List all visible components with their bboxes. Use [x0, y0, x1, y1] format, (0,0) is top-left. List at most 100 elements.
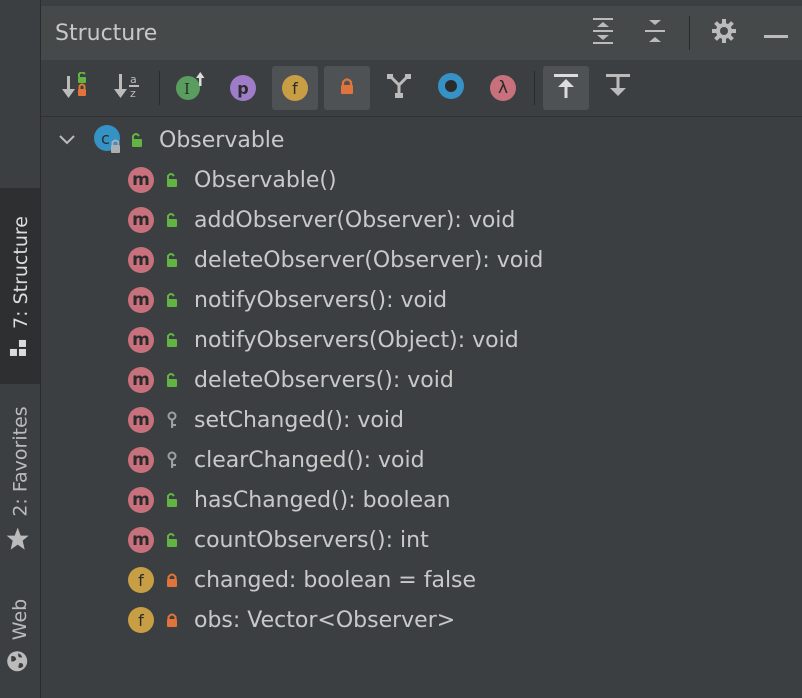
method-icon: m	[128, 247, 154, 273]
field-icon: f	[128, 567, 154, 593]
inherited-icon: I	[175, 71, 207, 105]
tree-method-row[interactable]: m notifyObservers(Object): void	[41, 320, 802, 360]
tree-method-row[interactable]: m deleteObserver(Observer): void	[41, 240, 802, 280]
minimize-icon	[764, 24, 788, 43]
tree-field-row[interactable]: f obs: Vector<Observer>	[41, 600, 802, 640]
tree-field-row[interactable]: f changed: boolean = false	[41, 560, 802, 600]
structure-toolbar: a z I p f λ	[41, 60, 802, 117]
toolbar-separator	[159, 71, 160, 105]
gear-icon	[711, 18, 737, 48]
settings-button[interactable]	[698, 6, 750, 60]
sidebar-tab-favorites[interactable]: 2: Favorites	[0, 398, 40, 558]
show-inherited-button[interactable]: I	[168, 66, 214, 110]
hide-panel-button[interactable]	[750, 6, 802, 60]
tree-method-row[interactable]: m Observable()	[41, 160, 802, 200]
show-properties-button[interactable]: p	[220, 66, 266, 110]
method-icon: m	[128, 407, 154, 433]
structure-tree: c Observable m Observable() m addObserver(O…	[41, 117, 802, 698]
sidebar-tab-label: Web	[9, 598, 31, 640]
tree-item-label: countObservers(): int	[194, 527, 429, 553]
globe-icon	[7, 650, 34, 672]
tree-item-label: notifyObservers(Object): void	[194, 327, 519, 353]
method-icon: m	[128, 167, 154, 193]
header-separator	[689, 16, 690, 50]
svg-text:a: a	[130, 73, 137, 86]
public-icon	[164, 331, 180, 349]
tree-item-label: deleteObserver(Observer): void	[194, 247, 544, 273]
tree-item-label: Observable()	[194, 167, 337, 193]
star-icon	[6, 526, 35, 550]
private-lock-icon	[164, 571, 180, 589]
structure-icon	[9, 338, 32, 356]
tree-item-label: setChanged(): void	[194, 407, 404, 433]
sidebar-tab-web[interactable]: Web	[0, 590, 40, 680]
tree-item-label: hasChanged(): boolean	[194, 487, 451, 513]
sidebar-tab-label: 7: Structure	[9, 215, 32, 329]
field-icon: f	[128, 607, 154, 633]
sidebar-tab-structure[interactable]: 7: Structure	[0, 188, 40, 384]
sidebar-tab-label: 2: Favorites	[9, 405, 32, 517]
collapse-all-button[interactable]	[629, 6, 681, 60]
autoscroll-from-source-icon	[605, 73, 631, 103]
show-non-public-button[interactable]	[324, 66, 370, 110]
tree-root-label: Observable	[159, 127, 285, 153]
lock-icon	[339, 77, 355, 99]
protected-key-icon	[164, 411, 180, 429]
tree-method-row[interactable]: m setChanged(): void	[41, 400, 802, 440]
tree-method-row[interactable]: m countObservers(): int	[41, 520, 802, 560]
tree-method-row[interactable]: m addObserver(Observer): void	[41, 200, 802, 240]
method-icon: m	[128, 487, 154, 513]
show-fields-button[interactable]: f	[272, 66, 318, 110]
tree-root-row[interactable]: c Observable	[41, 120, 802, 160]
tree-item-label: addObserver(Observer): void	[194, 207, 516, 233]
autoscroll-to-source-icon	[553, 73, 579, 103]
anonymous-class-icon	[437, 72, 465, 104]
method-icon: m	[128, 447, 154, 473]
show-interfaces-button[interactable]	[376, 66, 422, 110]
tree-method-row[interactable]: m hasChanged(): boolean	[41, 480, 802, 520]
method-icon: m	[128, 327, 154, 353]
method-icon: m	[128, 287, 154, 313]
panel-header: Structure	[41, 6, 802, 60]
chevron-down-icon[interactable]	[59, 131, 77, 149]
lambda-icon: λ	[490, 75, 516, 101]
public-icon	[164, 491, 180, 509]
show-anonymous-button[interactable]	[428, 66, 474, 110]
autoscroll-to-source-button[interactable]	[543, 66, 589, 110]
protected-key-icon	[164, 451, 180, 469]
public-icon	[164, 171, 180, 189]
tree-item-label: changed: boolean = false	[194, 567, 477, 593]
svg-text:I: I	[184, 80, 190, 98]
svg-text:z: z	[130, 87, 136, 100]
tool-window-sidebar: 7: Structure 2: Favorites Web	[0, 0, 41, 698]
collapse-all-icon	[643, 17, 667, 49]
sort-visibility-icon	[61, 71, 91, 104]
sort-alphabetically-button[interactable]: a z	[105, 66, 151, 110]
autoscroll-from-source-button[interactable]	[595, 66, 641, 110]
public-icon	[164, 251, 180, 269]
public-icon	[129, 131, 145, 149]
method-icon: m	[128, 527, 154, 553]
property-icon: p	[230, 75, 256, 101]
toolbar-separator	[534, 71, 535, 105]
public-icon	[164, 531, 180, 549]
sort-by-visibility-button[interactable]	[53, 66, 99, 110]
field-icon: f	[282, 75, 308, 101]
expand-all-icon	[591, 17, 615, 49]
show-lambdas-button[interactable]: λ	[480, 66, 526, 110]
class-icon: c	[93, 124, 125, 156]
tree-method-row[interactable]: m clearChanged(): void	[41, 440, 802, 480]
tree-item-label: clearChanged(): void	[194, 447, 425, 473]
method-icon: m	[128, 367, 154, 393]
tree-item-label: obs: Vector<Observer>	[194, 607, 456, 633]
fork-icon	[386, 73, 412, 103]
method-icon: m	[128, 207, 154, 233]
tree-item-label: deleteObservers(): void	[194, 367, 454, 393]
tree-item-label: notifyObservers(): void	[194, 287, 448, 313]
svg-text:c: c	[101, 129, 110, 148]
tree-method-row[interactable]: m deleteObservers(): void	[41, 360, 802, 400]
sort-alpha-icon: a z	[113, 72, 143, 104]
expand-all-button[interactable]	[577, 6, 629, 60]
private-lock-icon	[164, 611, 180, 629]
tree-method-row[interactable]: m notifyObservers(): void	[41, 280, 802, 320]
